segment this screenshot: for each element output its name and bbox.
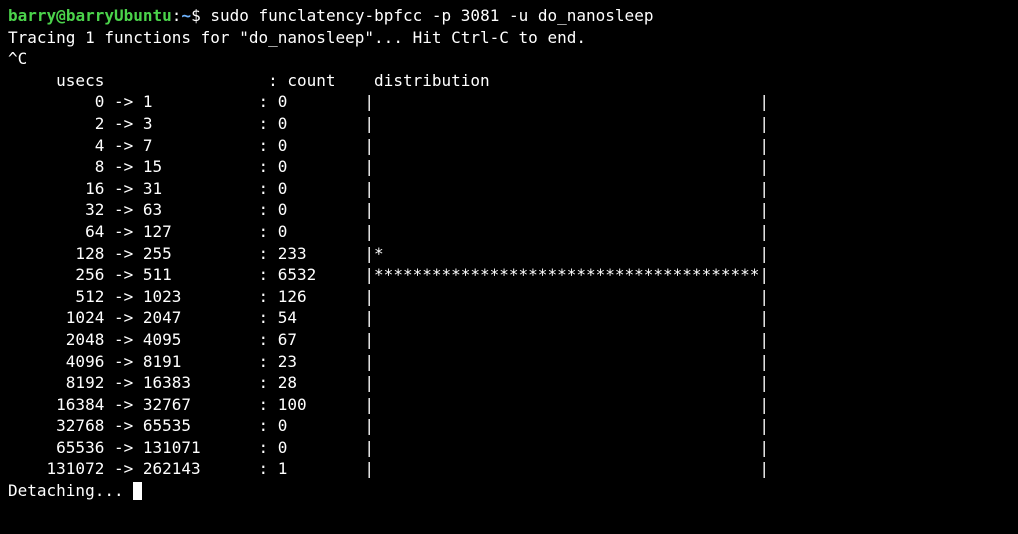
prompt-path: ~	[181, 6, 191, 25]
cursor	[133, 482, 142, 500]
terminal-window[interactable]: barry@barryUbuntu:~$ sudo funclatency-bp…	[8, 5, 1010, 502]
command-text	[201, 6, 211, 25]
detaching-line: Detaching...	[8, 480, 1010, 502]
histogram-body: 0 -> 1 : 0 | | 2 -> 3 : 0 | | 4 -> 7 : 0…	[8, 91, 1010, 480]
prompt-line: barry@barryUbuntu:~$ sudo funclatency-bp…	[8, 5, 1010, 27]
prompt-at: @	[56, 6, 66, 25]
trace-message: Tracing 1 functions for "do_nanosleep"..…	[8, 27, 1010, 49]
prompt-host: barryUbuntu	[66, 6, 172, 25]
prompt-user: barry	[8, 6, 56, 25]
command-value: sudo funclatency-bpfcc -p 3081 -u do_nan…	[210, 6, 653, 25]
detaching-text: Detaching...	[8, 481, 124, 500]
prompt-colon: :	[172, 6, 182, 25]
histogram-header: usecs : count distribution	[8, 70, 1010, 92]
prompt-symbol: $	[191, 6, 201, 25]
interrupt-line: ^C	[8, 48, 1010, 70]
